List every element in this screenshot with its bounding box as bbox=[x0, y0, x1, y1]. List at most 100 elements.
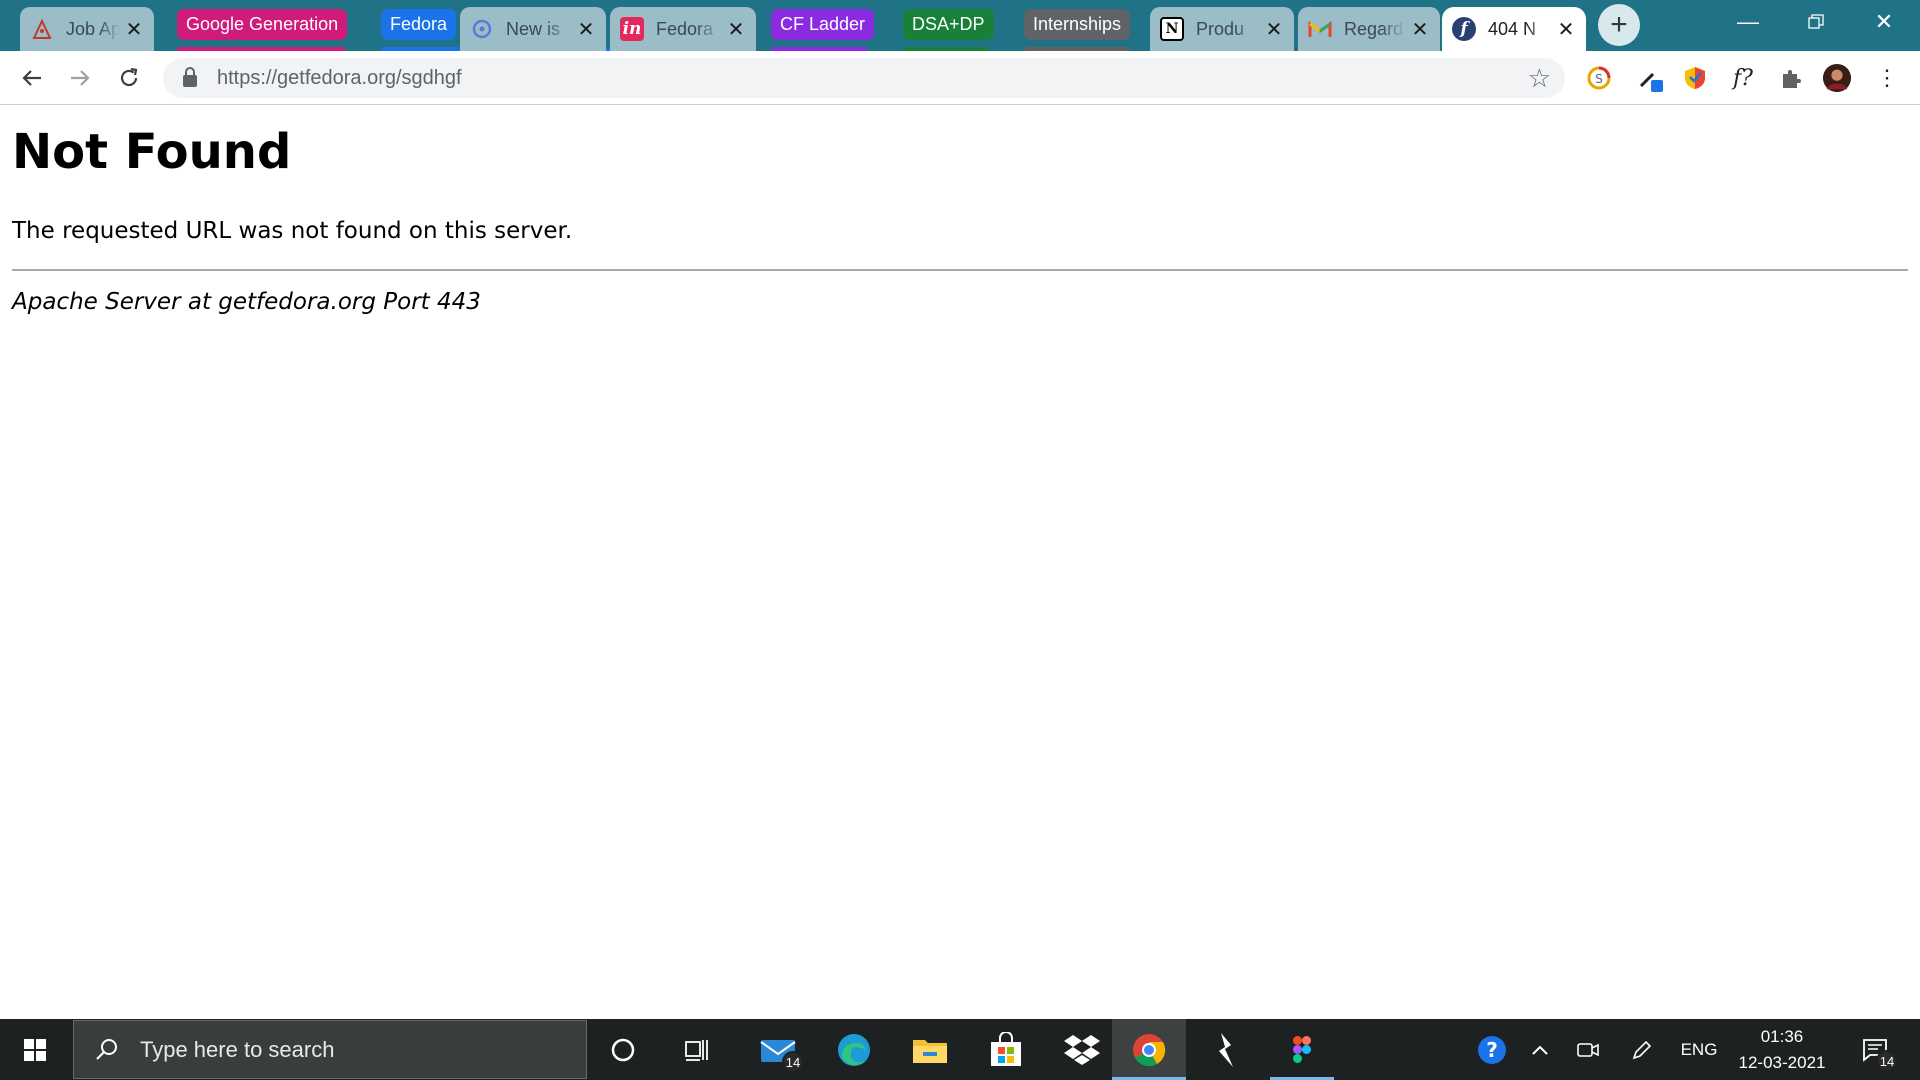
tab-group-label: Internships bbox=[1033, 14, 1122, 34]
color-picker-extension-icon[interactable] bbox=[1636, 63, 1666, 93]
store-bag-icon bbox=[991, 1031, 1021, 1066]
task-view-button[interactable] bbox=[664, 1019, 730, 1080]
restore-button[interactable] bbox=[1782, 0, 1850, 44]
lightning-bolt-icon bbox=[1219, 1032, 1233, 1067]
lock-icon bbox=[183, 66, 197, 87]
minimize-button[interactable]: — bbox=[1714, 0, 1782, 44]
extensions-puzzle-icon[interactable] bbox=[1776, 63, 1806, 93]
task-view-icon bbox=[685, 1039, 708, 1061]
tab-title: Fedora bbox=[656, 18, 714, 39]
language-indicator[interactable]: ENG bbox=[1676, 1019, 1722, 1080]
mail-app-button[interactable]: 14 bbox=[742, 1019, 814, 1080]
file-explorer-button[interactable] bbox=[894, 1019, 966, 1080]
start-button[interactable] bbox=[0, 1019, 70, 1080]
clock-date: 12-03-2021 bbox=[1738, 1052, 1826, 1072]
tab-gmail[interactable]: Regard ✕ bbox=[1298, 7, 1440, 51]
tab-group-label: Fedora bbox=[390, 14, 448, 34]
dropbox-button[interactable] bbox=[1046, 1019, 1118, 1080]
taskbar-search-box[interactable]: Type here to search bbox=[73, 1020, 587, 1079]
forward-arrow-icon bbox=[71, 70, 90, 86]
show-hidden-icons-button[interactable] bbox=[1522, 1019, 1558, 1080]
close-icon[interactable]: ✕ bbox=[576, 17, 596, 42]
folder-icon bbox=[913, 1039, 947, 1063]
profile-avatar[interactable] bbox=[1822, 63, 1852, 93]
pen-icon bbox=[1632, 1040, 1652, 1059]
close-window-button[interactable]: ✕ bbox=[1850, 0, 1918, 44]
clock-time: 01:36 bbox=[1760, 1026, 1804, 1046]
page-title: Not Found bbox=[12, 124, 292, 180]
address-bar[interactable]: https://getfedora.org/sgdhgf ☆ bbox=[163, 58, 1565, 98]
edge-app-button[interactable] bbox=[818, 1019, 890, 1080]
font-finder-extension-icon[interactable]: f? bbox=[1728, 63, 1758, 93]
reload-button[interactable] bbox=[110, 59, 148, 97]
dropbox-icon bbox=[1064, 1034, 1100, 1065]
tab-group-label: Google Generation bbox=[186, 14, 339, 34]
tab-strip: Job Ap ✕ Google Generation Fedora New is… bbox=[0, 0, 1920, 51]
search-icon bbox=[96, 1038, 117, 1060]
tab-group-cf-ladder[interactable]: CF Ladder bbox=[771, 9, 875, 40]
camera-icon bbox=[1577, 1042, 1599, 1057]
back-arrow-icon bbox=[22, 70, 41, 86]
pen-tray-button[interactable] bbox=[1624, 1019, 1660, 1080]
back-button[interactable] bbox=[13, 59, 51, 97]
close-icon[interactable]: ✕ bbox=[726, 17, 746, 42]
edge-icon bbox=[838, 1033, 870, 1066]
tab-title: Regard bbox=[1344, 18, 1404, 39]
tab-notion[interactable]: N Produ ✕ bbox=[1150, 7, 1294, 51]
chrome-icon bbox=[1133, 1033, 1166, 1066]
bookmark-star-icon[interactable]: ☆ bbox=[1528, 63, 1551, 94]
help-tray-button[interactable]: ? bbox=[1472, 1019, 1512, 1080]
fedora-icon: f bbox=[1452, 17, 1476, 41]
figma-app-button[interactable] bbox=[1266, 1019, 1338, 1080]
tab-title: Job Ap bbox=[66, 18, 120, 39]
language-label: ENG bbox=[1680, 1039, 1718, 1059]
tab-group-fedora[interactable]: Fedora bbox=[381, 9, 457, 40]
meet-now-tray-button[interactable] bbox=[1570, 1019, 1606, 1080]
close-icon[interactable]: ✕ bbox=[1264, 17, 1284, 42]
forward-button[interactable] bbox=[61, 59, 99, 97]
tab-title: Produ bbox=[1196, 18, 1245, 39]
invision-icon: in bbox=[620, 17, 644, 41]
browser-menu-button[interactable]: ⋮ bbox=[1872, 63, 1902, 93]
notification-badge: 14 bbox=[1876, 1050, 1898, 1072]
action-center-button[interactable]: 14 bbox=[1850, 1019, 1900, 1080]
tab-job-applications[interactable]: Job Ap ✕ bbox=[20, 7, 154, 51]
grammarly-extension-icon[interactable]: S bbox=[1584, 63, 1614, 93]
chevron-up-icon bbox=[1532, 1045, 1548, 1055]
tab-404-active[interactable]: f 404 N ✕ bbox=[1442, 7, 1586, 51]
restore-icon bbox=[1808, 14, 1824, 29]
tab-title: New is bbox=[506, 18, 561, 39]
cursor-app-button[interactable] bbox=[1190, 1019, 1262, 1080]
tab-title: 404 N bbox=[1488, 18, 1537, 39]
clock[interactable]: 01:36 12-03-2021 bbox=[1736, 1019, 1828, 1080]
windows-taskbar: Type here to search 14 ? ENG 01:36 12-03… bbox=[0, 1019, 1920, 1080]
url-text: https://getfedora.org/sgdhgf bbox=[217, 66, 462, 89]
tab-new-issue[interactable]: New is ✕ bbox=[460, 7, 606, 51]
tab-group-label: DSA+DP bbox=[912, 14, 985, 34]
close-icon[interactable]: ✕ bbox=[124, 17, 144, 42]
tab-group-label: CF Ladder bbox=[780, 14, 866, 34]
tab-group-internships[interactable]: Internships bbox=[1024, 9, 1131, 40]
server-signature: Apache Server at getfedora.org Port 443 bbox=[12, 289, 481, 315]
chrome-app-button[interactable] bbox=[1112, 1019, 1186, 1080]
svg-text:S: S bbox=[1595, 72, 1603, 86]
cortana-button[interactable] bbox=[590, 1019, 656, 1080]
close-icon[interactable]: ✕ bbox=[1556, 17, 1576, 42]
job-site-icon bbox=[30, 17, 54, 41]
error-message: The requested URL was not found on this … bbox=[12, 218, 573, 244]
help-icon: ? bbox=[1478, 1035, 1506, 1064]
divider bbox=[12, 269, 1908, 271]
tab-group-dsa-dp[interactable]: DSA+DP bbox=[903, 9, 994, 40]
search-placeholder: Type here to search bbox=[140, 1036, 335, 1062]
page-content: Not Found The requested URL was not foun… bbox=[0, 106, 1920, 1019]
new-tab-button[interactable]: + bbox=[1598, 4, 1640, 46]
notion-icon: N bbox=[1160, 17, 1184, 41]
reload-icon bbox=[120, 67, 138, 87]
browser-toolbar: https://getfedora.org/sgdhgf ☆ S f? ⋮ bbox=[0, 51, 1920, 105]
tab-group-google-generation[interactable]: Google Generation bbox=[177, 9, 348, 40]
shield-extension-icon[interactable] bbox=[1680, 63, 1710, 93]
tab-fedora-invision[interactable]: in Fedora ✕ bbox=[610, 7, 756, 51]
github-issue-icon bbox=[470, 17, 494, 41]
microsoft-store-button[interactable] bbox=[970, 1019, 1042, 1080]
close-icon[interactable]: ✕ bbox=[1410, 17, 1430, 42]
